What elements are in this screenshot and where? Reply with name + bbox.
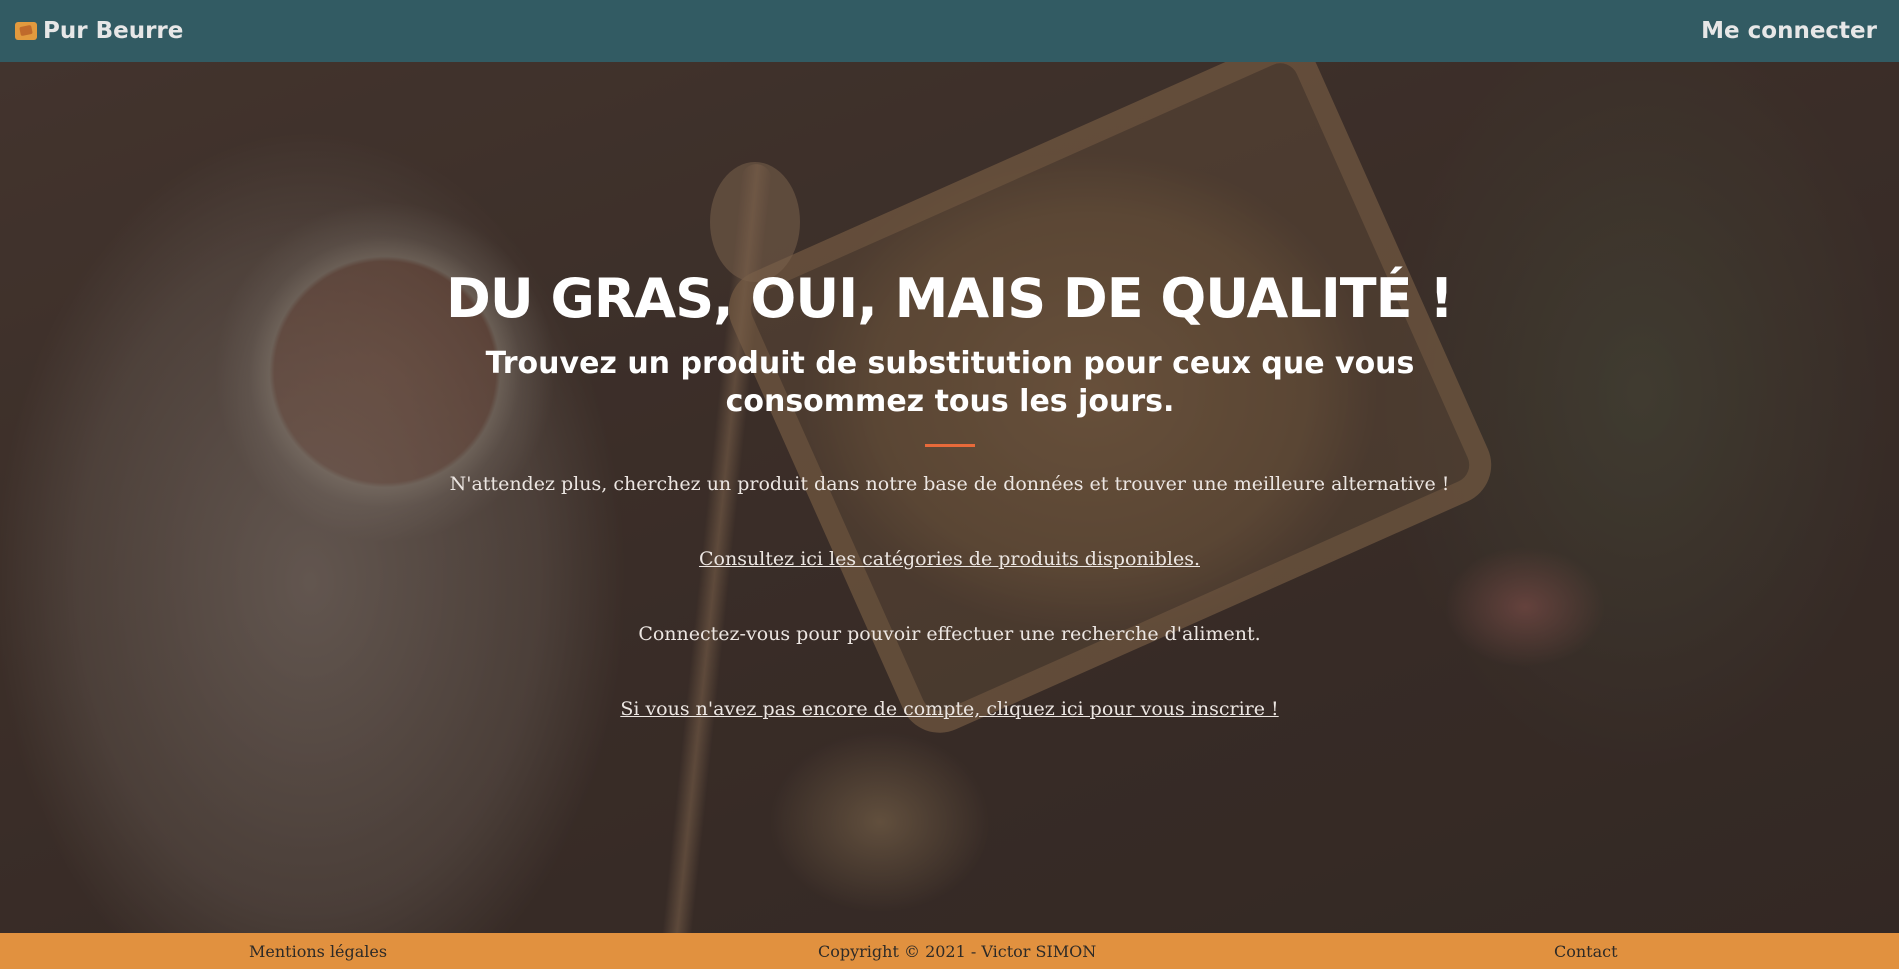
categories-paragraph: Consultez ici les catégories de produits…	[0, 548, 1899, 570]
brand-name: Pur Beurre	[43, 18, 184, 44]
categories-link[interactable]: Consultez ici les catégories de produits…	[699, 548, 1200, 570]
login-prompt-text: Connectez-vous pour pouvoir effectuer un…	[638, 623, 1261, 645]
intro-text: N'attendez plus, cherchez un produit dan…	[449, 473, 1450, 495]
copyright-text: Copyright © 2021 - Victor SIMON	[818, 942, 1097, 961]
contact-link[interactable]: Contact	[1554, 942, 1618, 961]
brand-link[interactable]: Pur Beurre	[15, 18, 183, 44]
hero-subheading: Trouvez un produit de substitution pour …	[485, 346, 1415, 419]
legal-notice-link[interactable]: Mentions légales	[249, 942, 387, 961]
navbar: Pur Beurre Me connecter	[0, 0, 1899, 62]
hero-divider	[925, 444, 975, 447]
footer: Mentions légales Copyright © 2021 - Vict…	[0, 933, 1899, 969]
login-link[interactable]: Me connecter	[1701, 18, 1877, 44]
hero-headline: DU GRAS, OUI, MAIS DE QUALITÉ !	[446, 267, 1454, 330]
pur-beurre-logo-icon	[15, 22, 37, 40]
hero-content: DU GRAS, OUI, MAIS DE QUALITÉ ! Trouvez …	[0, 62, 1899, 933]
signup-paragraph: Si vous n'avez pas encore de compte, cli…	[0, 698, 1899, 720]
signup-link[interactable]: Si vous n'avez pas encore de compte, cli…	[620, 698, 1278, 720]
